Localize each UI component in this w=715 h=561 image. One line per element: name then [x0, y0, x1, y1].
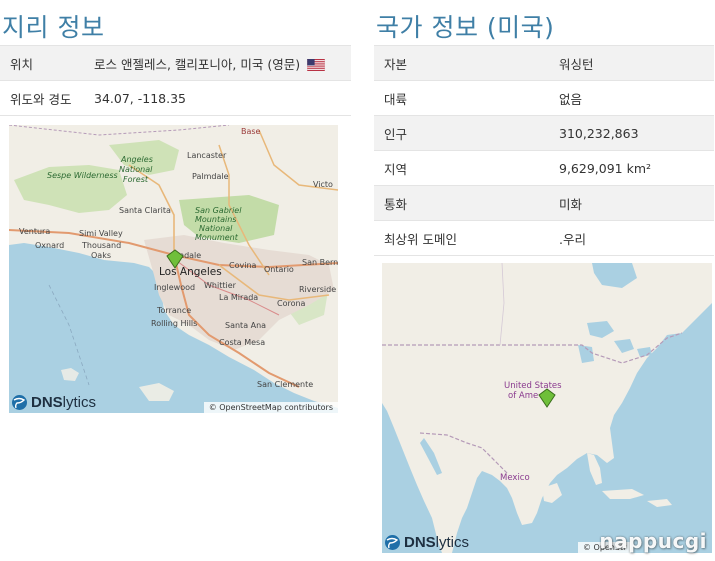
map-label-thousand-oaks-1: Thousand: [82, 241, 122, 250]
table-row: 지역 9,629,091 km²: [374, 150, 714, 186]
continent-value: 없음: [549, 80, 714, 116]
map-label-sespe: Sespe Wilderness: [47, 171, 118, 180]
latlon-label: 위도와 경도: [0, 80, 84, 116]
map-label-sgm-2: Mountains: [195, 215, 237, 224]
table-row: 위치 로스 앤젤레스, 캘리포니아, 미국 (영문): [0, 45, 351, 81]
geo-section-title: 지리 정보: [2, 13, 105, 42]
map-label-sgm-3: National: [199, 224, 233, 233]
dnslytics-logo-lytics: lytics: [62, 394, 97, 411]
map-label-torrance: Torrance: [157, 306, 192, 315]
map-label-inglewood: Inglewood: [154, 283, 196, 292]
map-label-sgm-1: San Gabriel: [195, 206, 242, 215]
dnslytics-logo-dns: DNS: [31, 394, 63, 411]
country-section-title: 국가 정보 (미국): [376, 13, 555, 42]
country-map-tiles: [382, 263, 712, 553]
map-label-thousand-oaks-2: Oaks: [91, 251, 111, 260]
capital-value: 워싱턴: [549, 45, 714, 81]
map-label-angeles-3: Forest: [123, 175, 149, 184]
area-label: 지역: [374, 150, 549, 186]
map-label-costa-mesa: Costa Mesa: [219, 338, 266, 347]
continent-label: 대륙: [374, 80, 549, 116]
table-row: 최상위 도메인 .우리: [374, 220, 714, 256]
tld-value: .우리: [549, 220, 714, 256]
table-row: 위도와 경도 34.07, -118.35: [0, 80, 351, 116]
location-map[interactable]: Base Lancaster Angeles National Forest S…: [9, 125, 338, 413]
location-value[interactable]: 로스 앤젤레스, 캘리포니아, 미국 (영문): [94, 57, 300, 72]
map-label-san-bernardino: San Bern: [302, 258, 338, 267]
map-label-base: Base: [241, 127, 261, 136]
map-label-santa-clarita: Santa Clarita: [119, 206, 171, 215]
map-label-covina: Covina: [229, 261, 257, 270]
map-label-simi-valley: Simi Valley: [79, 229, 123, 238]
map-label-angeles-1: Angeles: [121, 155, 153, 164]
dnslytics-logo[interactable]: DNS lytics: [384, 534, 469, 551]
map-label-palmdale: Palmdale: [192, 172, 229, 181]
location-value-cell: 로스 앤젤레스, 캘리포니아, 미국 (영문): [84, 45, 351, 81]
us-flag-icon: [307, 59, 325, 71]
osm-credit[interactable]: © OpenStreetMap contributors: [203, 402, 338, 413]
country-map[interactable]: United States of Ame Mexico DNS lytics © …: [382, 263, 712, 553]
table-row: 인구 310,232,863: [374, 115, 714, 151]
dnslytics-logo-lytics: lytics: [435, 534, 470, 551]
map-label-victorville: Victo: [313, 180, 333, 189]
location-label: 위치: [0, 45, 84, 81]
dnslytics-logo-dns: DNS: [404, 534, 436, 551]
watermark: nappucgi: [599, 529, 707, 553]
map-label-lancaster: Lancaster: [187, 151, 227, 160]
map-label-rolling-hills: Rolling Hills: [151, 319, 198, 328]
map-label-san-clemente: San Clemente: [257, 380, 314, 389]
area-value: 9,629,091 km²: [549, 150, 714, 186]
map-label-sgm-4: Monument: [195, 233, 238, 242]
population-value: 310,232,863: [549, 115, 714, 151]
map-label-oxnard: Oxnard: [35, 241, 65, 250]
map-label-corona: Corona: [277, 299, 306, 308]
table-row: 대륙 없음: [374, 80, 714, 116]
population-label: 인구: [374, 115, 549, 151]
latlon-value: 34.07, -118.35: [84, 80, 351, 116]
map-label-mexico: Mexico: [500, 473, 530, 483]
capital-label: 자본: [374, 45, 549, 81]
map-label-whittier: Whittier: [204, 281, 236, 290]
tld-label: 최상위 도메인: [374, 220, 549, 256]
map-label-ontario: Ontario: [264, 265, 294, 274]
map-pin-icon[interactable]: [166, 249, 184, 269]
table-row: 자본 워싱턴: [374, 45, 714, 81]
map-label-ventura: Ventura: [19, 227, 51, 236]
dnslytics-logo[interactable]: DNS lytics: [11, 394, 96, 411]
map-label-angeles-2: National: [119, 165, 153, 174]
dnslytics-globe-icon: [385, 535, 400, 550]
map-label-santa-ana: Santa Ana: [225, 321, 267, 330]
country-info-table: 자본 워싱턴 대륙 없음 인구 310,232,863 지역 9,629,091…: [374, 45, 714, 256]
map-pin-icon[interactable]: [538, 388, 556, 408]
currency-value: 미화: [549, 185, 714, 221]
geo-info-table: 위치 로스 앤젤레스, 캘리포니아, 미국 (영문) 위도와 경도 34.07,…: [0, 45, 351, 116]
map-label-riverside: Riverside: [299, 285, 337, 294]
map-label-la-mirada: La Mirada: [219, 293, 259, 302]
dnslytics-globe-icon: [12, 395, 27, 410]
table-row: 통화 미화: [374, 185, 714, 221]
currency-label: 통화: [374, 185, 549, 221]
map-label-united-states-2: of Ame: [508, 391, 539, 401]
